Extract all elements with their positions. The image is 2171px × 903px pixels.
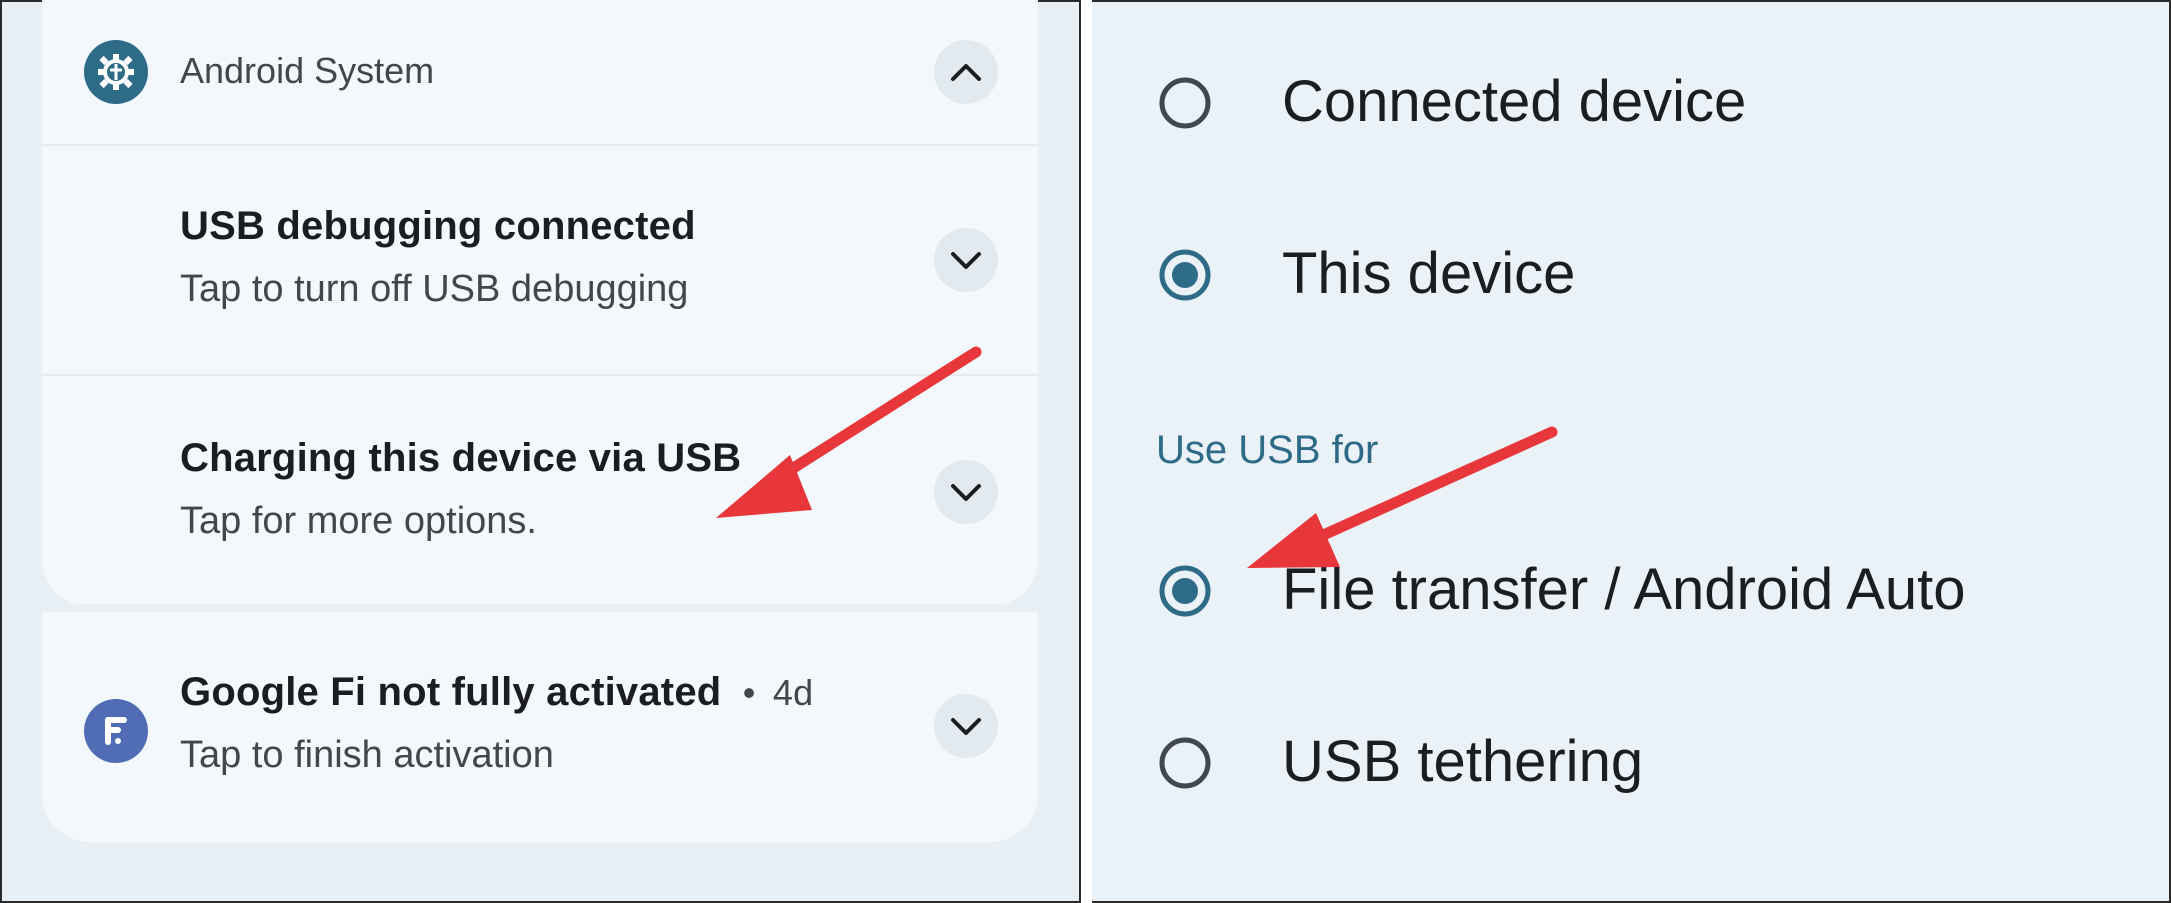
option-label: Connected device <box>1282 69 1747 134</box>
gear-icon <box>84 40 148 104</box>
google-fi-icon <box>84 699 148 763</box>
notification-item-charging[interactable]: Charging this device via USB Tap for mor… <box>42 376 1038 604</box>
radio-selected-icon[interactable] <box>1158 564 1212 618</box>
radio-selected-icon[interactable] <box>1158 248 1212 302</box>
chevron-up-icon[interactable] <box>934 40 998 104</box>
chevron-down-icon[interactable] <box>934 228 998 292</box>
option-label: USB tethering <box>1282 729 1644 794</box>
app-name-label: Android System <box>180 50 435 91</box>
notification-subtitle: Tap for more options. <box>180 500 537 542</box>
option-label: This device <box>1282 241 1576 306</box>
notification-title: Charging this device via USB <box>180 436 742 480</box>
radio-unselected-icon[interactable] <box>1158 736 1212 790</box>
notification-card-google-fi[interactable]: Google Fi not fully activated • 4d Tap t… <box>42 612 1038 842</box>
radio-unselected-icon[interactable] <box>1158 76 1212 130</box>
notification-title-row: Google Fi not fully activated • 4d <box>180 670 813 715</box>
radio-option-usb-tethering[interactable]: USB tethering <box>1140 700 2100 820</box>
option-label: File transfer / Android Auto <box>1282 557 1966 622</box>
card-gap <box>42 604 1038 612</box>
separator-dot: • <box>742 672 756 713</box>
notification-time: 4d <box>772 672 814 713</box>
chevron-down-icon[interactable] <box>934 694 998 758</box>
section-header-use-usb-for: Use USB for <box>1156 428 1379 472</box>
radio-option-file-transfer[interactable]: File transfer / Android Auto <box>1140 528 2100 648</box>
notification-subtitle: Tap to finish activation <box>180 734 554 776</box>
chevron-down-icon[interactable] <box>934 460 998 524</box>
notification-item-usb-debugging[interactable]: USB debugging connected Tap to turn off … <box>42 146 1038 374</box>
radio-option-connected-device[interactable]: Connected device <box>1140 40 2100 160</box>
radio-option-this-device[interactable]: This device <box>1140 212 2100 332</box>
notification-group-header[interactable]: Android System <box>42 0 1038 145</box>
notification-title: USB debugging connected <box>180 204 696 248</box>
notification-subtitle: Tap to turn off USB debugging <box>180 268 689 310</box>
notification-title: Google Fi not fully activated <box>180 670 722 714</box>
